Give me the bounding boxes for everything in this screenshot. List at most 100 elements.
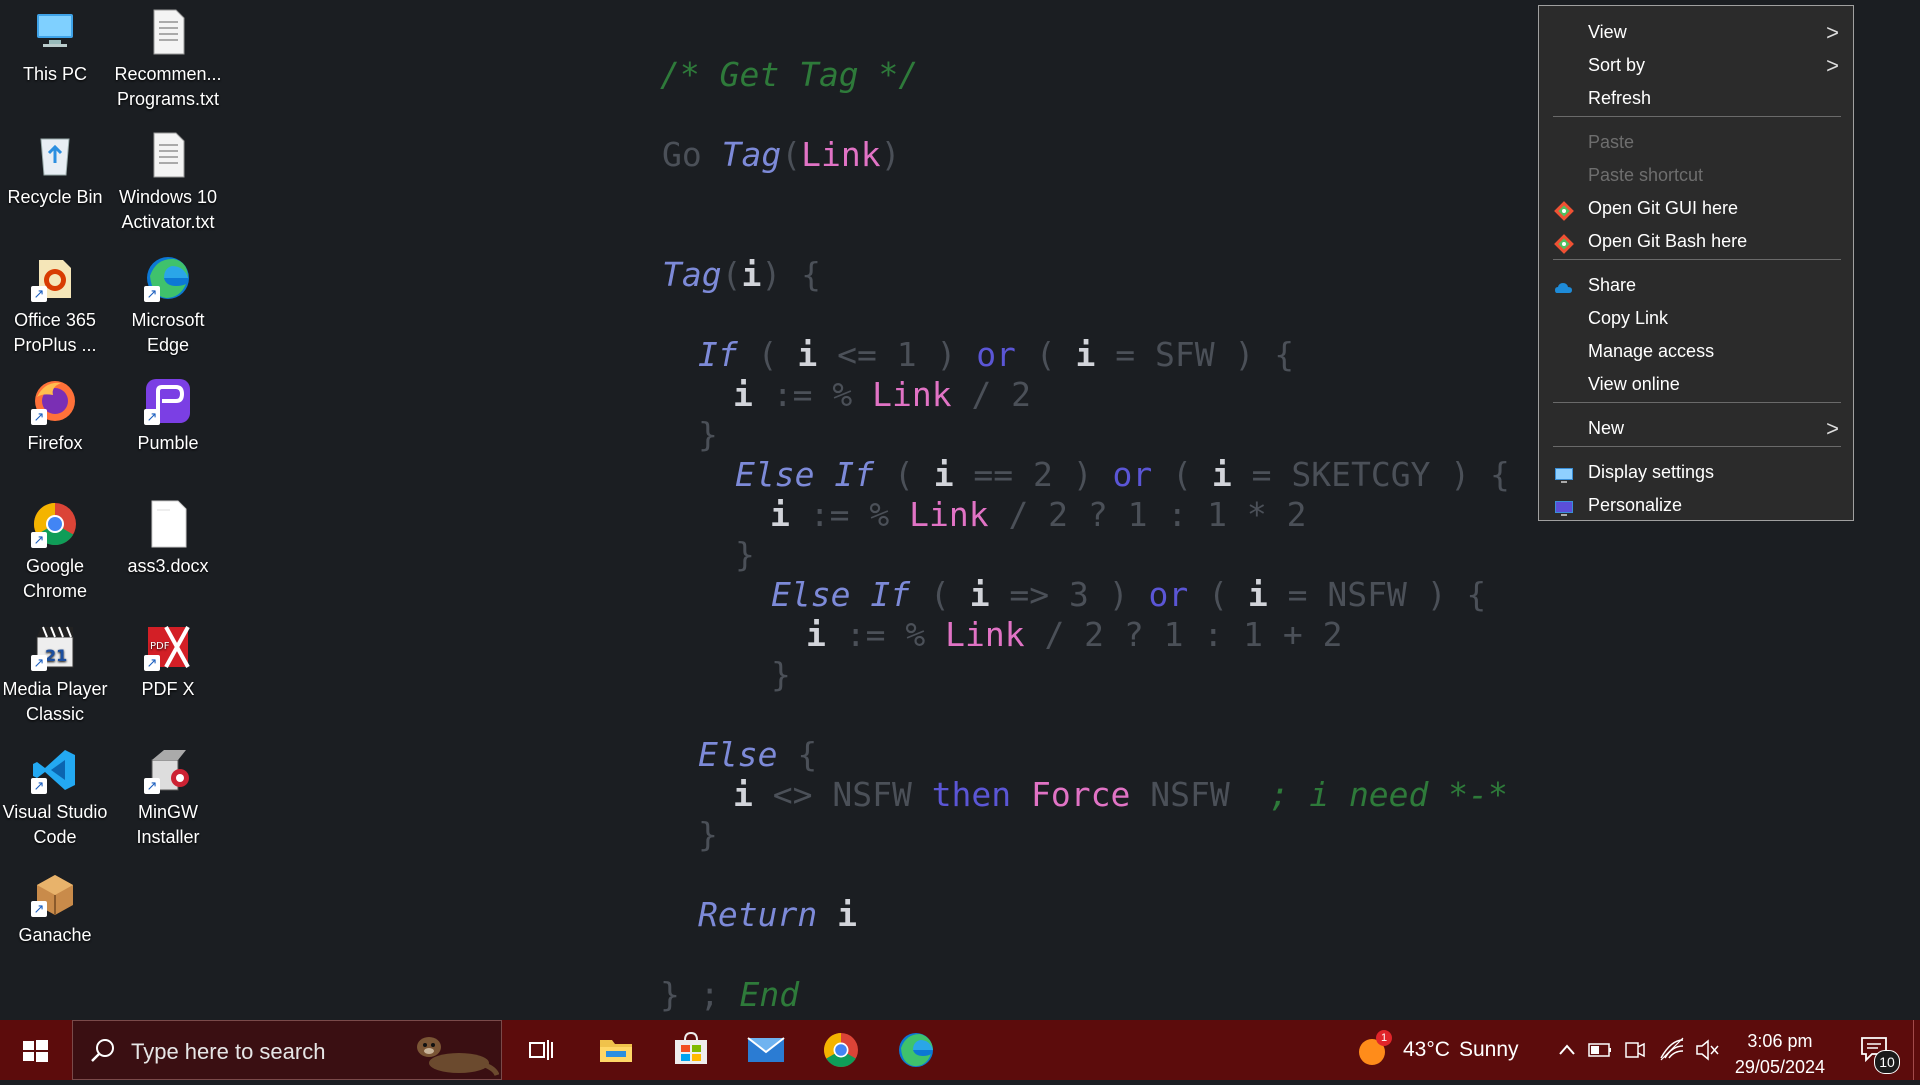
desktop-icon-pumble[interactable]: ↗ Pumble <box>113 377 223 456</box>
menu-item-view[interactable]: View > <box>1539 16 1853 49</box>
desktop-icon-ganache[interactable]: ↗ Ganache <box>0 869 110 948</box>
menu-item-personalize[interactable]: Personalize <box>1539 489 1853 522</box>
desktop-icon-office-365[interactable]: ↗ Office 365 ProPlus ... <box>0 254 110 358</box>
code-text: / 2 ? 1 : 1 * 2 <box>988 495 1307 534</box>
desktop-icon-firefox[interactable]: ↗ Firefox <box>0 377 110 456</box>
edge-icon <box>899 1033 933 1067</box>
menu-item-open-git-gui[interactable]: Open Git GUI here <box>1539 192 1853 225</box>
desktop-icon-windows-10-activator[interactable]: Windows 10 Activator.txt <box>113 131 223 235</box>
desktop-icon-pdf-x[interactable]: PDF ↗ PDF X <box>113 623 223 702</box>
shortcut-arrow-icon: ↗ <box>31 901 47 917</box>
menu-separator <box>1553 259 1841 260</box>
desktop-icon-media-player-classic[interactable]: 21 ↗ Media Player Classic <box>0 623 110 727</box>
display-settings-icon <box>1554 463 1574 483</box>
code-text: / 2 <box>951 375 1032 414</box>
code-line-assign2: i := % Link / 2 ? 1 : 1 * 2 <box>770 495 1306 535</box>
desktop-icon-mingw-installer[interactable]: ↗ MinGW Installer <box>113 746 223 850</box>
code-text: Go <box>662 135 722 174</box>
text-file-icon <box>144 8 192 56</box>
code-text: Else If <box>771 575 911 614</box>
shortcut-arrow-icon: ↗ <box>144 778 160 794</box>
weather-temperature: 43°C <box>1403 1038 1450 1061</box>
code-text: Link <box>909 495 989 534</box>
chevron-right-icon: > <box>1826 53 1839 78</box>
menu-item-open-git-bash[interactable]: Open Git Bash here <box>1539 225 1853 258</box>
code-text: <> NSFW <box>752 775 932 814</box>
show-hidden-icons-button[interactable] <box>1552 1020 1582 1080</box>
volume-tray-button[interactable] <box>1692 1020 1722 1080</box>
show-desktop-button[interactable] <box>1913 1020 1920 1080</box>
menu-item-label: Refresh <box>1588 88 1652 108</box>
firefox-icon: ↗ <box>31 377 79 425</box>
git-icon <box>1554 199 1574 221</box>
start-button[interactable] <box>0 1020 70 1080</box>
microsoft-store-icon <box>675 1031 707 1064</box>
menu-item-refresh[interactable]: Refresh <box>1539 82 1853 115</box>
windows-logo-icon <box>23 1040 48 1062</box>
desktop-icon-visual-studio-code[interactable]: ↗ Visual Studio Code <box>0 746 110 850</box>
menu-item-display-settings[interactable]: Display settings <box>1539 456 1853 489</box>
menu-item-manage-access[interactable]: Manage access <box>1539 335 1853 368</box>
menu-item-label: Share <box>1588 275 1637 295</box>
edge-taskbar-button[interactable] <box>890 1020 942 1080</box>
shortcut-arrow-icon: ↗ <box>31 778 47 794</box>
taskbar-clock[interactable]: 3:06 pm 29/05/2024 <box>1735 1028 1825 1080</box>
meet-now-tray-button[interactable] <box>1620 1020 1650 1080</box>
taskbar-search-box[interactable]: Type here to search <box>72 1020 502 1080</box>
menu-item-view-online[interactable]: View online <box>1539 368 1853 401</box>
task-view-icon <box>529 1040 553 1060</box>
svg-text:21: 21 <box>45 646 67 665</box>
code-line-end: } ; End <box>660 975 799 1015</box>
code-text: = NSFW ) { <box>1267 575 1487 614</box>
weather-widget[interactable]: 1 43°C Sunny <box>1356 1020 1522 1080</box>
code-close-1: } <box>698 415 718 454</box>
edge-icon: ↗ <box>144 254 192 302</box>
file-explorer-taskbar-button[interactable] <box>590 1020 642 1080</box>
pdf-icon: PDF ↗ <box>144 623 192 671</box>
code-text: Return <box>698 895 818 934</box>
code-text: ( <box>874 455 934 494</box>
code-line-else: Else { <box>698 735 817 775</box>
menu-item-new[interactable]: New > <box>1539 412 1853 445</box>
code-text: Force <box>1031 775 1131 814</box>
task-view-button[interactable] <box>515 1020 567 1080</box>
battery-tray-button[interactable] <box>1585 1020 1615 1080</box>
chevron-right-icon: > <box>1826 20 1839 45</box>
desktop-icon-label: Media Player Classic <box>2 679 108 724</box>
desktop-icon-label: Firefox <box>27 433 83 453</box>
desktop-icon-recommended-programs[interactable]: Recommen... Programs.txt <box>113 8 223 112</box>
desktop-icon-microsoft-edge[interactable]: ↗ Microsoft Edge <box>113 254 223 358</box>
code-text: ( <box>1152 455 1212 494</box>
code-text: i <box>797 335 818 374</box>
desktop-icon-ass3-docx[interactable]: ass3.docx <box>113 500 223 579</box>
code-line-elseif1: Else If ( i == 2 ) or ( i = SKETCGY ) { <box>735 455 1510 495</box>
menu-item-copy-link[interactable]: Copy Link <box>1539 302 1853 335</box>
mail-taskbar-button[interactable] <box>740 1020 792 1080</box>
chevron-right-icon: > <box>1826 416 1839 441</box>
notification-center-button[interactable]: 10 <box>1852 1020 1902 1080</box>
desktop-icon-recycle-bin[interactable]: Recycle Bin <box>0 131 110 210</box>
desktop-icon-this-pc[interactable]: This PC <box>0 8 110 87</box>
desktop-icon-label: MinGW Installer <box>136 802 200 847</box>
code-text: Tag <box>662 255 722 294</box>
network-tray-button[interactable] <box>1657 1020 1687 1080</box>
code-text: ( <box>910 575 970 614</box>
code-text: then <box>931 775 1012 814</box>
menu-item-label: Personalize <box>1588 495 1683 515</box>
code-text: i <box>1247 575 1268 614</box>
chrome-icon: ↗ <box>31 500 79 548</box>
code-text: { <box>777 735 818 774</box>
microsoft-store-taskbar-button[interactable] <box>665 1020 717 1080</box>
code-text: If <box>698 335 738 374</box>
menu-separator <box>1553 402 1841 403</box>
chrome-taskbar-button[interactable] <box>815 1020 867 1080</box>
menu-item-sort-by[interactable]: Sort by > <box>1539 49 1853 82</box>
code-text: i <box>1211 455 1232 494</box>
code-comment: ; i need *-* <box>1269 775 1508 814</box>
code-text: or <box>1148 575 1189 614</box>
desktop-icon-google-chrome[interactable]: ↗ Google Chrome <box>0 500 110 604</box>
desktop-context-menu: View > Sort by > Refresh Paste Paste sho… <box>1538 5 1854 521</box>
shortcut-arrow-icon: ↗ <box>144 286 160 302</box>
menu-item-share[interactable]: Share <box>1539 269 1853 302</box>
